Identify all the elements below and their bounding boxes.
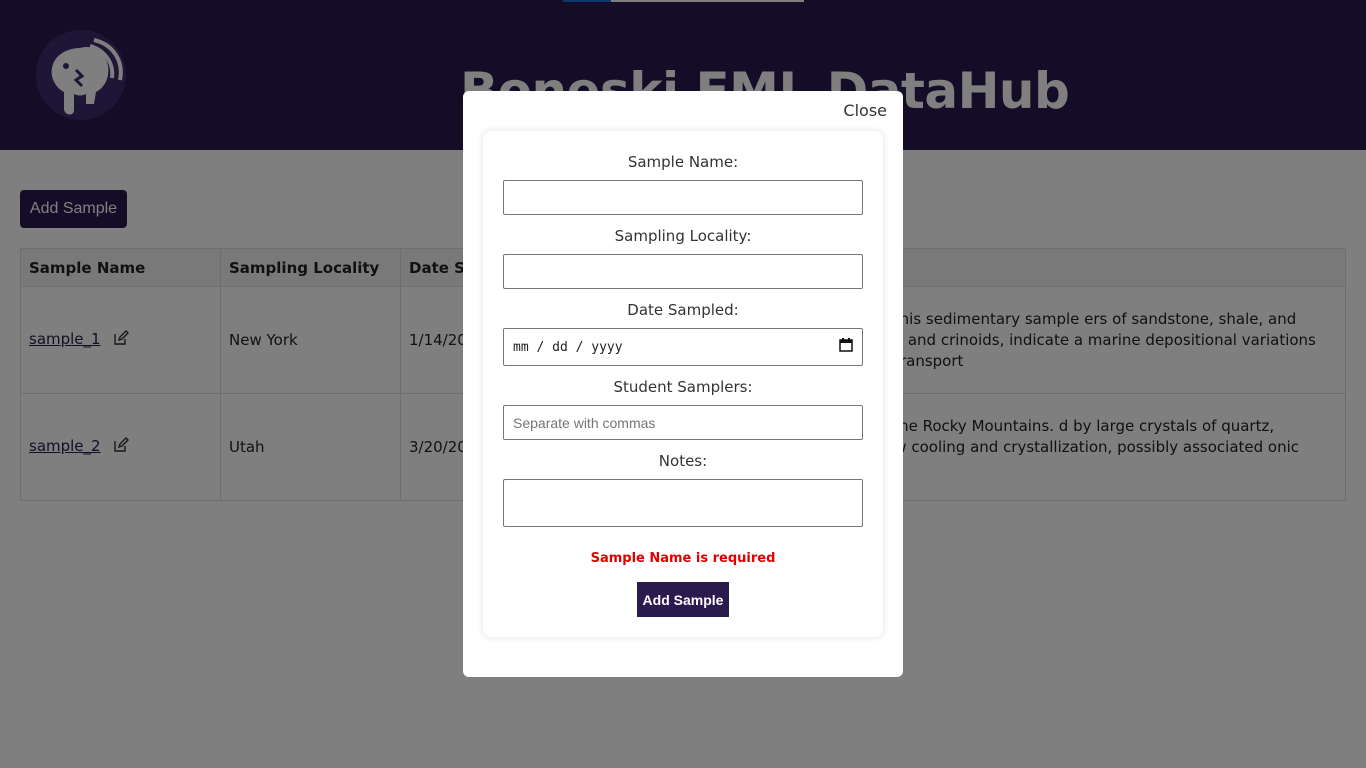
- date-sampled-input[interactable]: mm / dd / yyyy: [503, 328, 863, 366]
- calendar-icon[interactable]: [839, 338, 853, 356]
- close-button[interactable]: Close: [843, 101, 887, 120]
- sample-name-label: Sample Name:: [627, 153, 739, 171]
- date-placeholder: mm / dd / yyyy: [513, 339, 623, 355]
- add-sample-modal: Close Sample Name: Sampling Locality: Da…: [463, 91, 903, 677]
- date-sampled-label: Date Sampled:: [627, 301, 739, 319]
- notes-textarea[interactable]: [503, 479, 863, 527]
- validation-error: Sample Name is required: [590, 551, 776, 566]
- submit-add-sample-button[interactable]: Add Sample: [637, 582, 729, 617]
- sample-name-input[interactable]: [503, 180, 863, 215]
- student-samplers-input[interactable]: [503, 405, 863, 440]
- student-samplers-label: Student Samplers:: [613, 378, 753, 396]
- sampling-locality-input[interactable]: [503, 254, 863, 289]
- notes-label: Notes:: [658, 452, 708, 470]
- sampling-locality-label: Sampling Locality:: [614, 227, 752, 245]
- add-sample-form: Sample Name: Sampling Locality: Date Sam…: [483, 131, 883, 637]
